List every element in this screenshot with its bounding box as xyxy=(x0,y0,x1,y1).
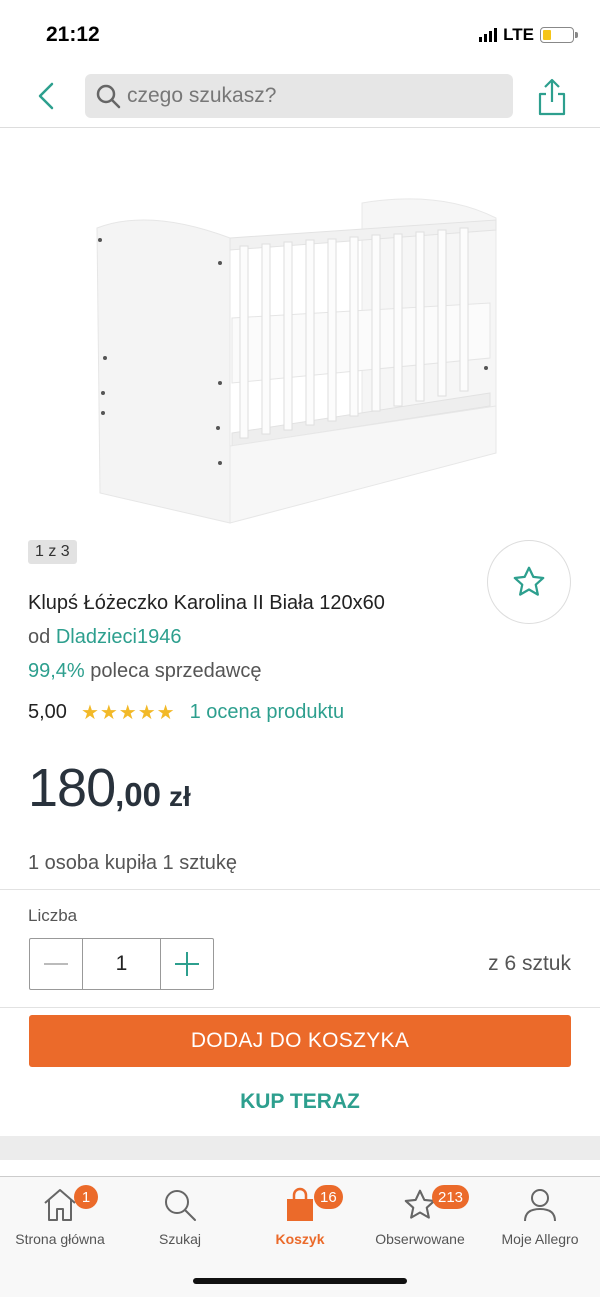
recommend-percent: 99,4% xyxy=(28,660,85,682)
nav-cart-badge: 16 xyxy=(314,1185,343,1209)
quantity-label: Liczba xyxy=(28,906,78,925)
search-icon xyxy=(165,1190,196,1221)
divider xyxy=(0,889,600,890)
buy-now-button[interactable]: KUP TERAZ xyxy=(0,1090,600,1114)
nav-watched-label: Obserwowane xyxy=(375,1231,465,1247)
bought-info: 1 osoba kupiła 1 sztukę xyxy=(28,852,238,874)
rating-row: 5,00 ★★★★★ 1 ocena produktu xyxy=(28,700,344,725)
rating-count-link[interactable]: 1 ocena produktu xyxy=(190,701,345,724)
nav-home-label: Strona główna xyxy=(15,1231,105,1247)
search-icon xyxy=(96,84,121,109)
price-integer: 180 xyxy=(28,758,116,818)
image-counter: 1 z 3 xyxy=(28,540,77,564)
share-button[interactable] xyxy=(534,76,570,116)
status-bar: 21:12 LTE xyxy=(0,0,600,64)
decrement-button[interactable] xyxy=(30,939,82,989)
favorite-button[interactable] xyxy=(487,540,571,624)
quantity-input[interactable]: 1 xyxy=(82,939,161,989)
seller-recommendation: 99,4% poleca sprzedawcę xyxy=(28,660,262,683)
status-time: 21:12 xyxy=(46,23,100,46)
rating-score: 5,00 xyxy=(28,701,67,723)
user-icon xyxy=(524,1189,556,1222)
minus-icon xyxy=(44,963,68,965)
nav-home[interactable]: 1 Strona główna xyxy=(0,1177,120,1257)
rating-stars-icon: ★★★★★ xyxy=(80,702,176,724)
nav-cart[interactable]: 16 Koszyk xyxy=(240,1177,360,1257)
cart-bag-icon xyxy=(287,1187,313,1221)
plus-icon xyxy=(175,952,199,976)
star-outline-icon xyxy=(513,566,545,596)
back-button[interactable] xyxy=(30,78,66,114)
network-label: LTE xyxy=(503,25,534,44)
price-currency: zł xyxy=(168,781,191,812)
nav-watched-badge: 213 xyxy=(432,1185,470,1209)
stock-available: z 6 sztuk xyxy=(488,952,571,975)
nav-my-allegro-label: Moje Allegro xyxy=(501,1231,579,1247)
battery-icon xyxy=(540,27,578,43)
home-icon xyxy=(44,1189,76,1221)
nav-search-label: Szukaj xyxy=(158,1231,202,1247)
nav-home-badge: 1 xyxy=(74,1185,98,1209)
nav-my-allegro[interactable]: Moje Allegro xyxy=(480,1177,600,1257)
crib-image xyxy=(96,198,497,524)
seller-name-link[interactable]: Dladzieci1946 xyxy=(56,626,182,648)
section-separator xyxy=(0,1136,600,1160)
divider xyxy=(0,1007,600,1008)
seller-prefix: od xyxy=(28,626,51,648)
home-indicator xyxy=(193,1278,407,1284)
next-section-peek xyxy=(0,1160,600,1176)
recommend-text: poleca sprzedawcę xyxy=(90,660,262,682)
signal-icon xyxy=(479,28,498,42)
quantity-stepper: 1 xyxy=(29,938,214,990)
nav-cart-label: Koszyk xyxy=(275,1231,325,1247)
price: 180 ,00 zł xyxy=(28,757,191,819)
search-input[interactable]: czego szukasz? xyxy=(85,74,513,118)
product-image[interactable] xyxy=(0,128,600,573)
nav-search[interactable]: Szukaj xyxy=(120,1177,240,1257)
search-placeholder: czego szukasz? xyxy=(127,84,277,107)
seller-line: od Dladzieci1946 xyxy=(28,626,181,649)
top-bar: czego szukasz? xyxy=(0,64,600,128)
share-icon xyxy=(538,78,566,116)
price-decimal: ,00 xyxy=(115,776,161,813)
product-title: Klupś Łóżeczko Karolina II Biała 120x60 xyxy=(28,592,385,614)
nav-watched[interactable]: 213 Obserwowane xyxy=(360,1177,480,1257)
status-indicators: LTE xyxy=(479,25,578,45)
add-to-cart-button[interactable]: DODAJ DO KOSZYKA xyxy=(29,1015,571,1067)
chevron-left-icon xyxy=(38,82,54,110)
increment-button[interactable] xyxy=(161,939,213,989)
